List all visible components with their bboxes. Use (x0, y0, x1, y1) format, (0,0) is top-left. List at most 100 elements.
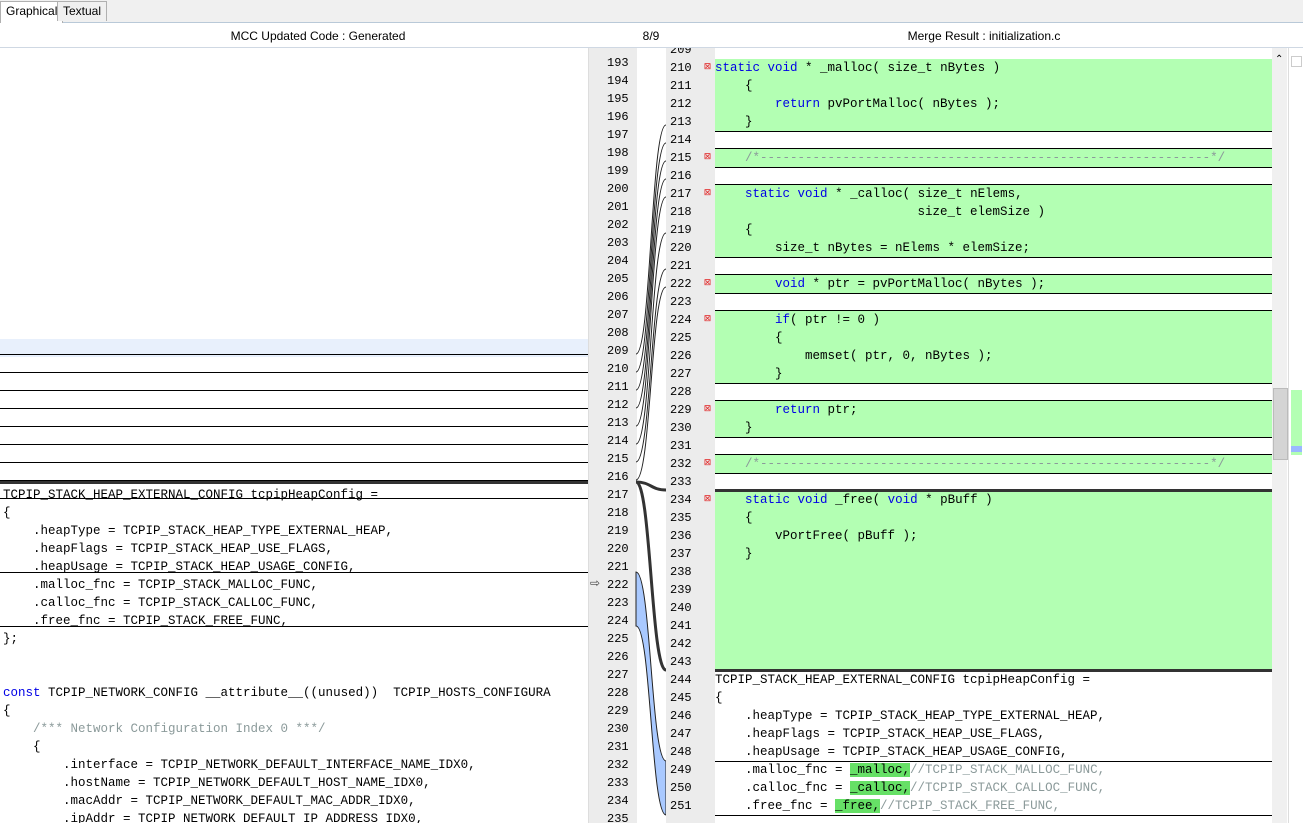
left-diff-rule (0, 354, 588, 355)
conflict-icon[interactable]: ⊠ (703, 279, 712, 288)
conflict-icon[interactable]: ⊠ (703, 189, 712, 198)
left-code-line: .hostName = TCPIP_NETWORK_DEFAULT_HOST_N… (3, 776, 431, 790)
left-line-number: 222 (607, 578, 629, 592)
left-line-number: 200 (607, 182, 629, 196)
vertical-scrollbar[interactable]: ⌃ (1272, 48, 1288, 823)
right-line-number: 240 (670, 601, 692, 615)
right-line-number: 239 (670, 583, 692, 597)
left-line-number: 202 (607, 218, 629, 232)
left-diff-rule (0, 444, 588, 445)
right-line-number: 221 (670, 259, 692, 273)
right-code-line: /*--------------------------------------… (715, 457, 1226, 471)
left-code-line (0, 324, 3, 342)
left-line-number: 208 (607, 326, 629, 340)
left-code-line (0, 396, 3, 414)
right-code-line: memset( ptr, 0, nBytes ); (715, 349, 993, 363)
right-line-number: 251 (670, 799, 692, 813)
overview-current-marker[interactable] (1291, 446, 1302, 452)
left-line-number: 232 (607, 758, 629, 772)
left-diff-rule (0, 462, 588, 463)
left-line-number: 209 (607, 344, 629, 358)
right-code-line: } (715, 115, 753, 129)
conflict-icon[interactable]: ⊠ (703, 315, 712, 324)
tab-graphical[interactable]: Graphical (0, 1, 64, 23)
right-line-number: 242 (670, 637, 692, 651)
left-code-line: }; (3, 632, 19, 646)
right-line-number: 215 (670, 151, 692, 165)
left-line-number: 194 (607, 74, 629, 88)
conflict-icon[interactable]: ⊠ (703, 459, 712, 468)
left-code-line (0, 54, 3, 72)
left-line-number: 220 (607, 542, 629, 556)
right-line-number: 244 (670, 673, 692, 687)
right-line-number: 233 (670, 475, 692, 489)
right-line-number: 241 (670, 619, 692, 633)
right-line-number: 224 (670, 313, 692, 327)
overview-toggle[interactable] (1291, 56, 1302, 67)
right-line-number: 231 (670, 439, 692, 453)
current-change-arrow-icon[interactable]: ⇨ (590, 576, 600, 590)
blank-row (715, 437, 1272, 455)
conflict-icon[interactable]: ⊠ (703, 153, 712, 162)
left-line-number: 229 (607, 704, 629, 718)
diff-connector-area (634, 124, 668, 816)
left-diff-rule (0, 426, 588, 427)
left-line-number: 230 (607, 722, 629, 736)
left-line-number: 199 (607, 164, 629, 178)
right-code-line: return ptr; (775, 403, 858, 417)
left-code-line (0, 288, 3, 306)
right-code-line: static void * _calloc( size_t nElems, (745, 187, 1023, 201)
left-line-number: 226 (607, 650, 629, 664)
conflict-icon[interactable]: ⊠ (703, 63, 712, 72)
left-line-number: 205 (607, 272, 629, 286)
conflict-icon[interactable]: ⊠ (703, 495, 712, 504)
right-pane-title: Merge Result : initialization.c (907, 29, 1061, 43)
right-code-line: { (715, 511, 753, 525)
left-code-line (0, 234, 3, 252)
left-code-line (0, 666, 3, 684)
left-line-number: 218 (607, 506, 629, 520)
left-line-number: 210 (607, 362, 629, 376)
left-line-number: 214 (607, 434, 629, 448)
left-line-number: 207 (607, 308, 629, 322)
left-code-line: .calloc_fnc = TCPIP_STACK_CALLOC_FUNC, (3, 596, 319, 610)
left-line-number: 217 (607, 488, 629, 502)
right-code-line: { (715, 331, 783, 345)
right-line-number: 234 (670, 493, 692, 507)
left-code-line: { (3, 704, 11, 718)
scrollbar-thumb[interactable] (1273, 388, 1288, 460)
right-line-number: 223 (670, 295, 692, 309)
right-diff-rule (715, 761, 1272, 762)
left-code-line: .interface = TCPIP_NETWORK_DEFAULT_INTER… (3, 758, 476, 772)
left-line-number: 235 (607, 812, 629, 823)
left-line-number: 211 (607, 380, 629, 394)
tab-textual[interactable]: Textual (57, 1, 108, 21)
left-code-line (0, 90, 3, 108)
right-code-line: .calloc_fnc = _calloc,//TCPIP_STACK_CALL… (715, 781, 1106, 795)
right-code-pane[interactable]: static void * _malloc( size_t nBytes ) {… (715, 48, 1272, 823)
left-code-pane[interactable]: TCPIP_STACK_HEAP_EXTERNAL_CONFIG tcpipHe… (0, 48, 588, 823)
right-line-number: 235 (670, 511, 692, 525)
left-line-number: 204 (607, 254, 629, 268)
right-code-line: } (715, 547, 753, 561)
right-line-number: 245 (670, 691, 692, 705)
right-code-line: } (715, 367, 783, 381)
right-code-line: size_t nBytes = nElems * elemSize; (715, 241, 1031, 255)
diff-connector-line (635, 196, 667, 427)
left-line-number: 227 (607, 668, 629, 682)
left-code-line: TCPIP_STACK_HEAP_EXTERNAL_CONFIG tcpipHe… (3, 488, 379, 502)
scroll-up-icon[interactable]: ⌃ (1275, 54, 1283, 65)
left-code-line: { (3, 740, 41, 754)
right-line-number: 249 (670, 763, 692, 777)
left-code-line: .macAddr = TCPIP_NETWORK_DEFAULT_MAC_ADD… (3, 794, 416, 808)
right-code-line: } (715, 421, 753, 435)
left-diff-rule (0, 572, 588, 573)
diff-overview-ruler[interactable] (1288, 48, 1303, 823)
right-line-number: 217 (670, 187, 692, 201)
right-line-number: 248 (670, 745, 692, 759)
right-line-number: 218 (670, 205, 692, 219)
right-code-line: { (715, 79, 753, 93)
right-line-number: 209 (670, 48, 692, 57)
conflict-icon[interactable]: ⊠ (703, 405, 712, 414)
blank-row (715, 293, 1272, 311)
